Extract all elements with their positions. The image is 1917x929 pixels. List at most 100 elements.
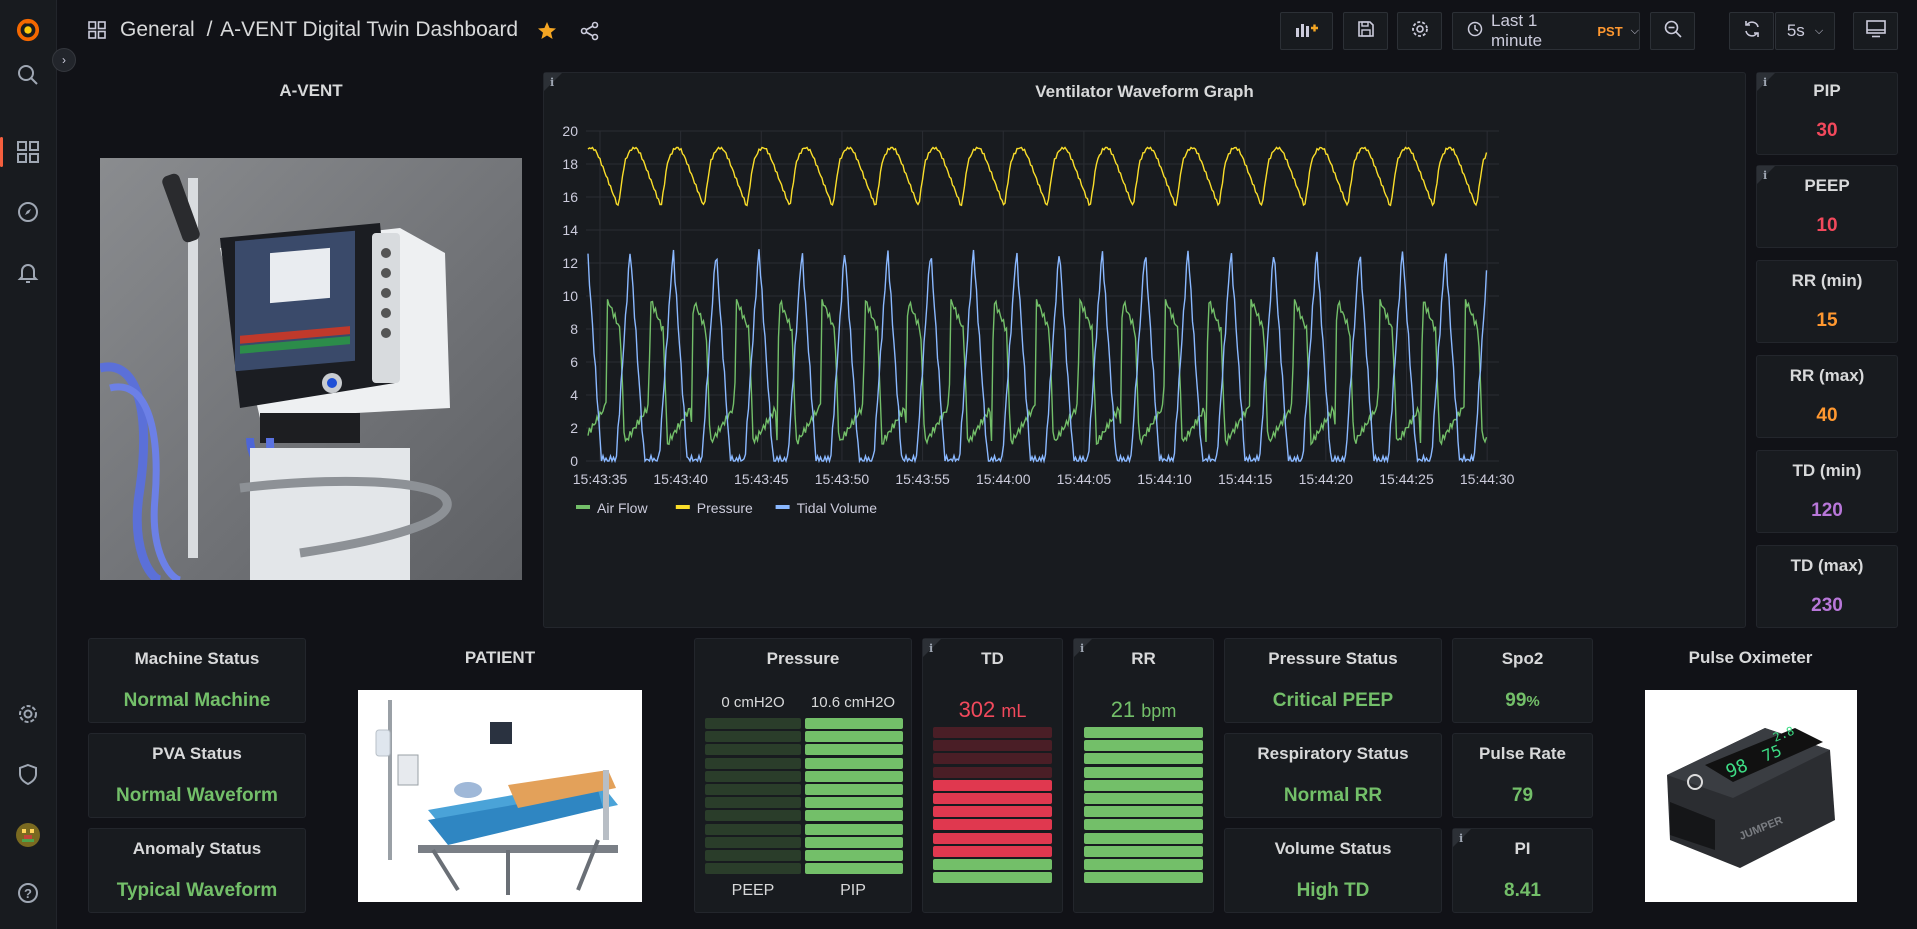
star-icon[interactable] (537, 21, 557, 46)
x-tick-label: 15:44:25 (1379, 471, 1434, 487)
gauge-segment (1084, 806, 1203, 818)
gauge-segment (1084, 779, 1203, 791)
pressure-status-title: Pressure Status (1268, 649, 1398, 668)
spo2-unit: % (1526, 693, 1540, 710)
timezone-label: PST (1597, 23, 1623, 39)
pi-panel: i PI 8.41 (1452, 828, 1593, 913)
explore-icon[interactable] (16, 200, 40, 224)
gauge-segment (705, 770, 801, 782)
respiratory-status-value: Normal RR (1283, 785, 1383, 806)
pulse-oximeter-title: Pulse Oximeter (1688, 648, 1813, 667)
zoom-out-button[interactable] (1650, 12, 1695, 50)
gauge-segment (705, 757, 801, 769)
search-icon[interactable] (16, 63, 40, 87)
breadcrumb-separator: / (206, 18, 213, 41)
series-line (587, 249, 1488, 464)
gauge-segment (933, 766, 1052, 778)
gauge-segment (933, 819, 1052, 831)
volume-status-value: High TD (1296, 880, 1370, 901)
rr-value: 21 (1110, 697, 1136, 722)
pip-gauge-label: PIP (840, 882, 866, 899)
pip-title: PIP (1813, 81, 1841, 100)
gauge-segment (805, 731, 903, 743)
gauge-segment (705, 850, 801, 861)
rr-max-title: RR (max) (1789, 366, 1865, 385)
gauge-segment (705, 836, 801, 848)
gauge-segment (933, 740, 1052, 752)
gauge-segment (933, 859, 1052, 870)
pva-status-value: Normal Waveform (116, 785, 278, 806)
settings-icon[interactable] (16, 702, 40, 726)
x-tick-label: 15:44:20 (1299, 471, 1354, 487)
share-icon[interactable] (580, 21, 600, 46)
y-tick-label: 8 (570, 321, 578, 337)
svg-text:?: ? (24, 886, 32, 901)
x-tick-label: 15:43:55 (895, 471, 950, 487)
dashboards-icon[interactable] (16, 140, 40, 164)
rr-reading: 21 bpm (1074, 697, 1213, 723)
ventilator-image (100, 158, 522, 580)
gauge-segment (805, 797, 903, 809)
save-button[interactable] (1343, 12, 1388, 50)
gauge-segment (933, 832, 1052, 844)
gauge-segment (1084, 845, 1203, 857)
help-icon[interactable]: ? (16, 881, 40, 905)
grafana-logo-icon[interactable] (16, 18, 40, 42)
gauge-segment (1084, 832, 1203, 844)
patient-image (358, 690, 642, 902)
avent-title: A-VENT (279, 81, 343, 100)
gauge-segment (805, 784, 903, 795)
gauge-segment (705, 784, 801, 795)
peep-gauge-value: 0 cmH2O (721, 694, 785, 711)
avatar[interactable] (16, 823, 40, 847)
x-tick-label: 15:43:45 (734, 471, 789, 487)
x-tick-label: 15:43:35 (573, 471, 628, 487)
tv-mode-button[interactable] (1853, 12, 1898, 50)
td-max-panel: TD (max) 230 (1756, 545, 1898, 628)
rr-min-value: 15 (1816, 310, 1838, 331)
pressure-panel: Pressure 0 cmH2O 10.6 cmH2O PEEP PIP (694, 638, 912, 913)
waveform-chart: 0 2 4 6 8 10 12 14 16 18 20 15:43:35 15:43:40 15:43:4… (562, 123, 1514, 516)
gauge-segment (705, 810, 801, 822)
x-tick-label: 15:44:05 (1057, 471, 1112, 487)
pulse-rate-panel: Pulse Rate 79 (1452, 733, 1593, 818)
spo2-title: Spo2 (1501, 649, 1544, 668)
shield-icon[interactable] (16, 762, 40, 786)
gauge-segment (933, 727, 1052, 738)
gauge-segment (705, 863, 801, 875)
refresh-button[interactable] (1729, 12, 1774, 50)
time-range-picker[interactable]: Last 1 minute PST ⌵ (1452, 11, 1640, 50)
gauge-segment (805, 863, 903, 875)
rr-title: RR (1131, 649, 1156, 668)
x-tick-label: 15:43:50 (815, 471, 870, 487)
waveform-panel: i Ventilator Waveform Graph 0 2 4 6 8 10 12 14 1… (543, 72, 1746, 628)
pulse-oximeter-panel: Pulse Oximeter 98 75 2.8 JUMPER (1603, 638, 1898, 913)
dashboard-title[interactable]: A-VENT Digital Twin Dashboard (220, 18, 518, 41)
respiratory-status-panel: Respiratory Status Normal RR (1224, 733, 1442, 818)
gauge-segment (1084, 727, 1203, 738)
peep-title: PEEP (1804, 176, 1850, 195)
expand-sidebar-button[interactable]: › (52, 48, 76, 72)
volume-status-title: Volume Status (1274, 839, 1392, 858)
td-value: 302 (958, 697, 996, 722)
refresh-interval-picker[interactable]: 5s ⌵ (1775, 12, 1835, 50)
machine-status-value: Normal Machine (123, 690, 271, 711)
pressure-status-value: Critical PEEP (1272, 690, 1394, 711)
anomaly-status-value: Typical Waveform (116, 880, 278, 901)
dashboard-settings-button[interactable] (1397, 12, 1442, 50)
gauge-segment (705, 731, 801, 743)
gauge-segment (805, 744, 903, 756)
add-panel-button[interactable] (1280, 12, 1333, 50)
pip-gauge-value: 10.6 cmH2O (810, 694, 896, 711)
gauge-segment (1084, 740, 1203, 752)
breadcrumb-folder[interactable]: General (120, 18, 195, 41)
y-tick-label: 0 (570, 453, 578, 469)
gauge-segment (805, 757, 903, 769)
alerting-icon[interactable] (16, 260, 40, 284)
td-min-panel: TD (min) 120 (1756, 450, 1898, 533)
pulse-rate-value: 79 (1511, 785, 1534, 806)
volume-status-panel: Volume Status High TD (1224, 828, 1442, 913)
pulse-rate-title: Pulse Rate (1479, 744, 1566, 763)
gauge-segment (805, 850, 903, 861)
gauge-segment (933, 753, 1052, 765)
